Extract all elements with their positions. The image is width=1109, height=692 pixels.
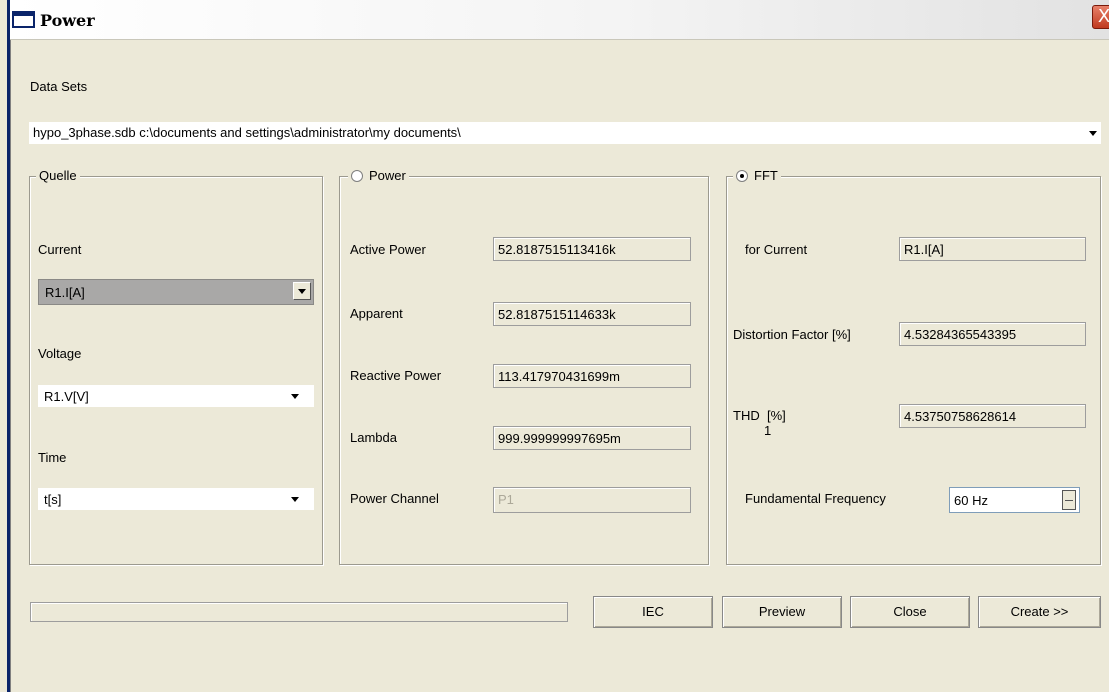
- progress-bar: [30, 602, 568, 622]
- apparent-field: 52.8187515114633k: [493, 302, 691, 326]
- active-power-label: Active Power: [350, 242, 426, 257]
- distortion-factor-label: Distortion Factor [%]: [733, 327, 851, 342]
- voltage-dropdown[interactable]: R1.V[V]: [38, 385, 314, 407]
- create-button[interactable]: Create >>: [978, 596, 1101, 628]
- for-current-label: for Current: [745, 242, 808, 257]
- reactive-power-label: Reactive Power: [350, 368, 442, 383]
- current-dropdown-button[interactable]: [293, 282, 311, 300]
- thd-subscript: 1: [764, 423, 772, 438]
- reactive-power-field: 113.417970431699m: [493, 364, 691, 388]
- chevron-down-icon[interactable]: [1089, 131, 1097, 136]
- window-title: Power: [40, 11, 95, 30]
- datasets-value: hypo_3phase.sdb c:\documents and setting…: [33, 125, 461, 140]
- chevron-down-icon[interactable]: [291, 394, 299, 399]
- close-icon: X: [1097, 6, 1109, 27]
- fft-legend: FFT: [754, 168, 778, 183]
- time-dropdown[interactable]: t[s]: [38, 488, 314, 510]
- fft-radio[interactable]: FFT: [733, 168, 781, 183]
- iec-button[interactable]: IEC: [593, 596, 713, 628]
- power-channel-label: Power Channel: [350, 491, 439, 506]
- power-radio[interactable]: Power: [348, 168, 409, 183]
- datasets-dropdown[interactable]: hypo_3phase.sdb c:\documents and setting…: [29, 122, 1101, 144]
- voltage-value: R1.V[V]: [44, 389, 89, 404]
- for-current-field: R1.I[A]: [899, 237, 1086, 261]
- power-radio-icon[interactable]: [351, 170, 363, 182]
- datasets-label: Data Sets: [30, 79, 88, 94]
- window-icon: [12, 11, 35, 28]
- power-dialog: Power X Data Sets hypo_3phase.sdb c:\doc…: [0, 0, 1109, 692]
- current-label: Current: [38, 242, 82, 257]
- chevron-down-icon: [298, 289, 306, 294]
- power-legend: Power: [369, 168, 406, 183]
- lambda-field: 999.999999997695m: [493, 426, 691, 450]
- apparent-label: Apparent: [350, 306, 403, 321]
- voltage-label: Voltage: [38, 346, 82, 361]
- time-label: Time: [38, 450, 67, 465]
- close-window-button[interactable]: X: [1092, 5, 1109, 29]
- time-value: t[s]: [44, 492, 62, 507]
- fft-radio-icon[interactable]: [736, 170, 748, 182]
- current-dropdown[interactable]: R1.I[A]: [38, 279, 314, 305]
- window-left-border: [7, 0, 11, 692]
- current-value: R1.I[A]: [45, 285, 85, 300]
- preview-button[interactable]: Preview: [722, 596, 842, 628]
- thd-field: 4.53750758628614: [899, 404, 1086, 428]
- power-channel-field: P1: [493, 487, 691, 513]
- close-button[interactable]: Close: [850, 596, 970, 628]
- chevron-down-icon[interactable]: [291, 497, 299, 502]
- active-power-field: 52.8187515113416k: [493, 237, 691, 261]
- lambda-label: Lambda: [350, 430, 397, 445]
- fundamental-frequency-label: Fundamental Frequency: [745, 491, 886, 506]
- title-bar[interactable]: Power X: [10, 0, 1109, 40]
- quelle-legend: Quelle: [36, 168, 80, 183]
- thd-label: THD [%]: [733, 408, 786, 423]
- fundamental-frequency-spinner[interactable]: 60 Hz: [949, 487, 1080, 513]
- distortion-factor-field: 4.53284365543395: [899, 322, 1086, 346]
- thd-label-text: THD: [733, 408, 760, 423]
- spinner-updown-icon[interactable]: [1062, 490, 1076, 510]
- fundamental-frequency-value: 60 Hz: [954, 493, 988, 508]
- thd-unit: [%]: [766, 408, 786, 423]
